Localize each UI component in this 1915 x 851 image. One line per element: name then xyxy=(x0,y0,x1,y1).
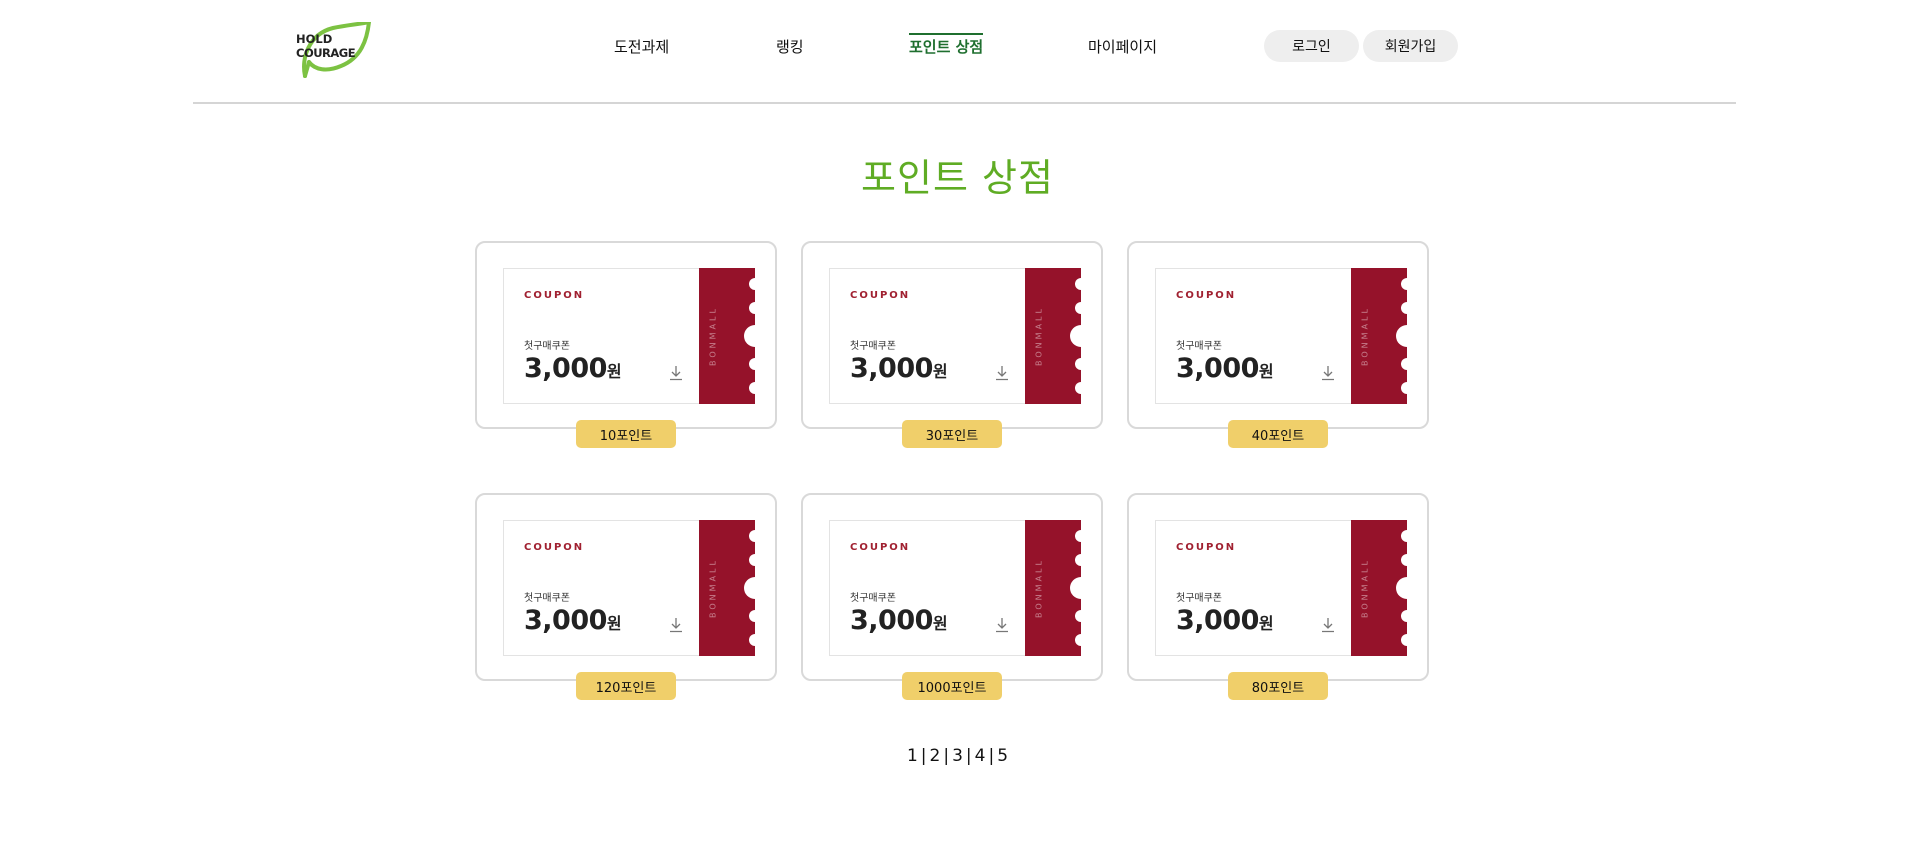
coupon-amount-value: 3,000 xyxy=(850,605,933,636)
coupon-amount-unit: 원 xyxy=(932,362,948,381)
coupon-description: 첫구매쿠폰 xyxy=(850,341,896,352)
coupon-amount-unit: 원 xyxy=(606,614,622,633)
coupon-amount-unit: 원 xyxy=(1258,362,1274,381)
coupon-card[interactable]: COUPON 첫구매쿠폰 3,000원 BONMALL xyxy=(475,241,777,429)
nav-challenges[interactable]: 도전과제 xyxy=(614,36,669,57)
coupon-stub: BONMALL xyxy=(1351,520,1407,656)
coupon-amount: 3,000원 xyxy=(1176,605,1274,636)
page-link-2[interactable]: 2 xyxy=(930,746,941,766)
download-icon[interactable] xyxy=(1321,365,1335,381)
buy-price-button[interactable]: 30포인트 xyxy=(902,420,1002,448)
coupon-brand: BONMALL xyxy=(1360,558,1370,618)
coupon-amount: 3,000원 xyxy=(850,353,948,384)
coupon-brand: BONMALL xyxy=(708,306,718,366)
coupon-amount-unit: 원 xyxy=(932,614,948,633)
page-link-5[interactable]: 5 xyxy=(997,746,1008,766)
page-link-3[interactable]: 3 xyxy=(952,746,963,766)
leaf-logo-icon: HOLD COURAGE xyxy=(296,22,372,78)
logo-text-line1: HOLD xyxy=(296,32,332,46)
page-separator: | xyxy=(943,746,950,766)
coupon-stub: BONMALL xyxy=(1025,520,1081,656)
page-separator: | xyxy=(965,746,972,766)
coupon-label: COUPON xyxy=(524,290,585,301)
download-icon[interactable] xyxy=(1321,617,1335,633)
coupon-description: 첫구매쿠폰 xyxy=(1176,341,1222,352)
coupon-brand: BONMALL xyxy=(708,558,718,618)
nav-point-shop[interactable]: 포인트 상점 xyxy=(909,33,984,57)
coupon-amount: 3,000원 xyxy=(850,605,948,636)
buy-price-button[interactable]: 80포인트 xyxy=(1228,672,1328,700)
buy-price-button[interactable]: 40포인트 xyxy=(1228,420,1328,448)
download-icon[interactable] xyxy=(995,617,1009,633)
coupon-card[interactable]: COUPON 첫구매쿠폰 3,000원 BONMALL xyxy=(801,241,1103,429)
coupon-card[interactable]: COUPON 첫구매쿠폰 3,000원 BONMALL xyxy=(1127,241,1429,429)
coupon-label: COUPON xyxy=(524,542,585,553)
coupon-brand: BONMALL xyxy=(1360,306,1370,366)
coupon-amount-value: 3,000 xyxy=(524,605,607,636)
nav-ranking[interactable]: 랭킹 xyxy=(776,36,804,57)
coupon-description: 첫구매쿠폰 xyxy=(524,593,570,604)
coupon-amount-unit: 원 xyxy=(606,362,622,381)
coupon-description: 첫구매쿠폰 xyxy=(524,341,570,352)
site-header: HOLD COURAGE 도전과제 랭킹 포인트 상점 마이페이지 로그인 회원… xyxy=(0,0,1915,103)
coupon-brand: BONMALL xyxy=(1034,558,1044,618)
coupon-label: COUPON xyxy=(850,290,911,301)
coupon-label: COUPON xyxy=(1176,542,1237,553)
pagination: 1 | 2 | 3 | 4 | 5 xyxy=(0,746,1915,766)
coupon-stub: BONMALL xyxy=(699,520,755,656)
coupon-ticket: COUPON 첫구매쿠폰 3,000원 BONMALL xyxy=(503,268,755,404)
buy-price-button[interactable]: 1000포인트 xyxy=(902,672,1002,700)
coupon-ticket: COUPON 첫구매쿠폰 3,000원 BONMALL xyxy=(503,520,755,656)
page-title: 포인트 상점 xyxy=(861,156,1054,200)
coupon-ticket: COUPON 첫구매쿠폰 3,000원 BONMALL xyxy=(829,268,1081,404)
coupon-label: COUPON xyxy=(1176,290,1237,301)
page-separator: | xyxy=(920,746,927,766)
download-icon[interactable] xyxy=(995,365,1009,381)
coupon-ticket: COUPON 첫구매쿠폰 3,000원 BONMALL xyxy=(1155,520,1407,656)
coupon-amount-value: 3,000 xyxy=(524,353,607,384)
page-separator: | xyxy=(988,746,995,766)
nav-mypage[interactable]: 마이페이지 xyxy=(1088,36,1157,57)
coupon-amount-value: 3,000 xyxy=(1176,605,1259,636)
coupon-card[interactable]: COUPON 첫구매쿠폰 3,000원 BONMALL xyxy=(475,493,777,681)
coupon-amount: 3,000원 xyxy=(524,353,622,384)
coupon-brand: BONMALL xyxy=(1034,306,1044,366)
page-link-1[interactable]: 1 xyxy=(907,746,918,766)
coupon-label: COUPON xyxy=(850,542,911,553)
coupon-card[interactable]: COUPON 첫구매쿠폰 3,000원 BONMALL xyxy=(1127,493,1429,681)
header-divider xyxy=(193,102,1736,104)
coupon-description: 첫구매쿠폰 xyxy=(850,593,896,604)
coupon-card[interactable]: COUPON 첫구매쿠폰 3,000원 BONMALL xyxy=(801,493,1103,681)
signup-button[interactable]: 회원가입 xyxy=(1363,30,1458,62)
coupon-amount-value: 3,000 xyxy=(850,353,933,384)
coupon-stub: BONMALL xyxy=(699,268,755,404)
coupon-amount-value: 3,000 xyxy=(1176,353,1259,384)
coupon-amount: 3,000원 xyxy=(1176,353,1274,384)
download-icon[interactable] xyxy=(669,365,683,381)
download-icon[interactable] xyxy=(669,617,683,633)
site-logo[interactable]: HOLD COURAGE xyxy=(295,22,373,80)
coupon-ticket: COUPON 첫구매쿠폰 3,000원 BONMALL xyxy=(1155,268,1407,404)
coupon-stub: BONMALL xyxy=(1351,268,1407,404)
coupon-description: 첫구매쿠폰 xyxy=(1176,593,1222,604)
coupon-amount-unit: 원 xyxy=(1258,614,1274,633)
buy-price-button[interactable]: 120포인트 xyxy=(576,672,676,700)
coupon-stub: BONMALL xyxy=(1025,268,1081,404)
page-link-4[interactable]: 4 xyxy=(975,746,986,766)
coupon-ticket: COUPON 첫구매쿠폰 3,000원 BONMALL xyxy=(829,520,1081,656)
logo-text-line2: COURAGE xyxy=(296,46,356,60)
buy-price-button[interactable]: 10포인트 xyxy=(576,420,676,448)
coupon-amount: 3,000원 xyxy=(524,605,622,636)
login-button[interactable]: 로그인 xyxy=(1264,30,1359,62)
